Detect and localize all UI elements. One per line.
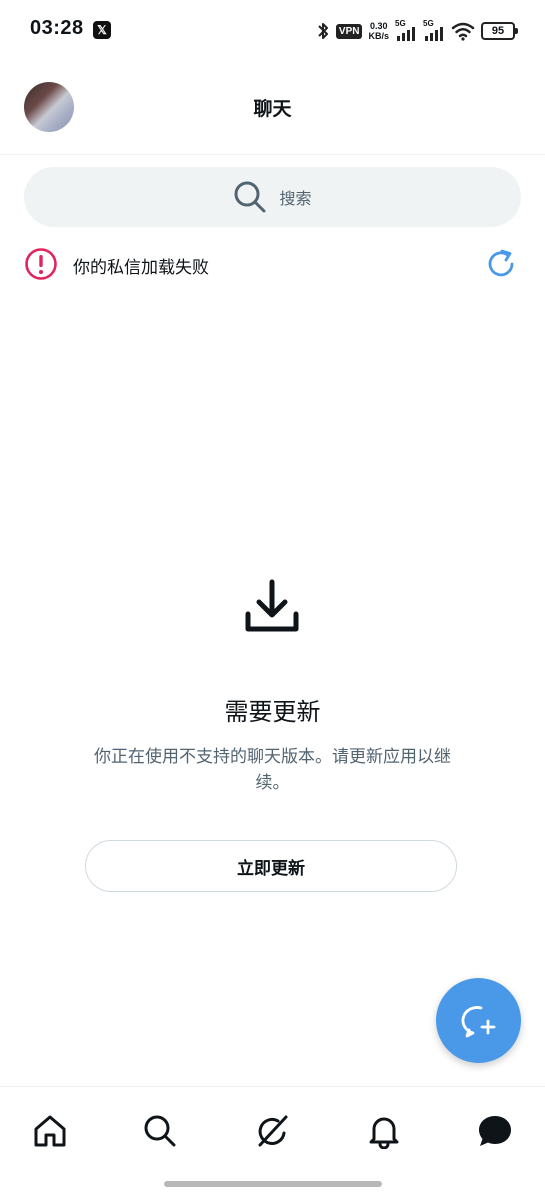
update-required-title: 需要更新 [224,698,321,726]
wifi-icon [451,22,475,41]
signal-sim1-icon: 5G [395,19,417,42]
network-speed: 0.30 KB/s [368,21,389,41]
vpn-badge: VPN [335,23,363,39]
chat-icon [479,1116,511,1146]
new-chat-icon [461,1005,495,1037]
status-time: 03:28 [30,17,84,39]
network-speed-unit: KB/s [368,31,389,41]
refresh-icon[interactable] [485,247,519,281]
error-icon [25,248,57,280]
signal-sim2-icon: 5G [423,19,445,42]
home-indicator[interactable] [164,1181,382,1187]
nav-home[interactable] [28,1109,72,1153]
status-icons: VPN 0.30 KB/s 5G 5G 95 [316,18,518,44]
x-app-icon: 𝕏 [93,21,111,39]
nav-messages[interactable] [473,1109,517,1153]
update-now-button[interactable]: 立即更新 [85,840,457,892]
sim2-label: 5G [423,19,434,28]
status-bar: 03:28 𝕏 VPN 0.30 KB/s 5G 5G 95 [0,0,545,60]
grok-icon [258,1115,288,1147]
search-input[interactable]: 搜索 [24,167,521,227]
home-icon [34,1115,66,1147]
new-message-button[interactable] [436,978,521,1063]
header: 聊天 [0,60,545,155]
download-icon [245,579,299,632]
network-speed-value: 0.30 [369,21,388,31]
error-banner: 你的私信加载失败 [24,244,521,284]
search-placeholder: 搜索 [279,189,312,208]
error-message: 你的私信加载失败 [73,258,209,278]
page-title: 聊天 [253,98,292,120]
nav-notifications[interactable] [362,1109,406,1153]
bell-icon [369,1117,399,1149]
search-icon [234,181,266,213]
nav-search[interactable] [138,1109,182,1153]
search-icon [144,1115,176,1147]
sim1-label: 5G [395,19,406,28]
nav-grok[interactable] [250,1109,294,1153]
update-required-description: 你正在使用不支持的聊天版本。请更新应用以继续。 [94,747,451,793]
battery-indicator: 95 [481,22,518,40]
bluetooth-icon [318,23,328,39]
